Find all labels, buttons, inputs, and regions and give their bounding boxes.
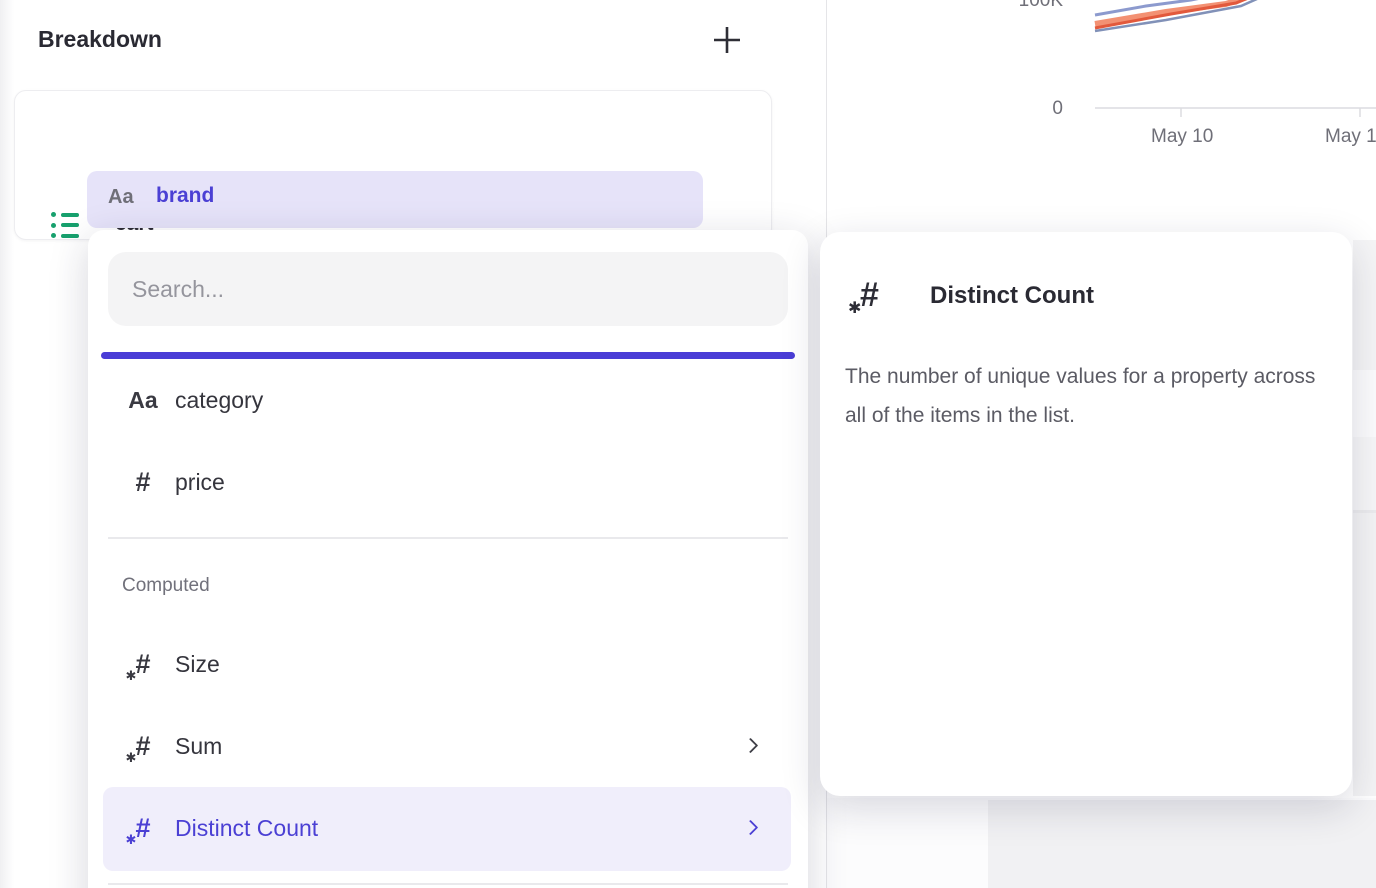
- chevron-right-icon: [743, 738, 759, 754]
- property-dropdown: Aa category # price Computed #✱ Size #✱ …: [88, 230, 808, 888]
- add-breakdown-button[interactable]: [710, 24, 744, 58]
- left-edge-shadow: [0, 0, 14, 888]
- y-axis-tick-label: 100K: [1019, 0, 1063, 12]
- property-option-price[interactable]: # price: [88, 441, 808, 523]
- text-property-icon: Aa: [108, 186, 134, 209]
- computed-number-icon: #✱: [120, 623, 166, 705]
- text-property-icon: Aa: [120, 359, 166, 441]
- chevron-right-icon: [743, 820, 759, 836]
- property-option-label: category: [175, 359, 263, 441]
- property-option-label: price: [175, 441, 225, 523]
- background-table-stripe: [1353, 240, 1376, 370]
- computed-number-icon: #✱: [120, 705, 166, 787]
- breakdown-card: cart Aa brand: [14, 90, 772, 240]
- selected-property-label: brand: [156, 184, 214, 208]
- list-icon: [51, 212, 79, 238]
- computed-option-size[interactable]: #✱ Size: [88, 623, 808, 705]
- search-input[interactable]: [108, 252, 788, 326]
- chart-series-line: [1095, 0, 1258, 28]
- computed-option-label: Size: [175, 623, 220, 705]
- breakdown-section-title: Breakdown: [38, 26, 162, 53]
- chart-series-line: [1095, 0, 1266, 31]
- scrolled-selected-item-indicator: [101, 352, 795, 359]
- background-table-stripe: [1353, 437, 1376, 510]
- dropdown-divider: [108, 537, 788, 539]
- computed-option-label: Sum: [175, 705, 222, 787]
- background-table-block: [988, 800, 1376, 888]
- property-option-category[interactable]: Aa category: [88, 359, 808, 441]
- computed-number-icon: #✱: [860, 278, 879, 312]
- tooltip-description: The number of unique values for a proper…: [845, 357, 1325, 435]
- computed-number-icon: #✱: [120, 787, 166, 869]
- computed-option-label: Distinct Count: [175, 787, 318, 869]
- property-description-tooltip: #✱ Distinct Count The number of unique v…: [820, 232, 1352, 796]
- background-table-stripe: [1353, 513, 1376, 796]
- dropdown-divider: [108, 883, 788, 885]
- computed-option-sum[interactable]: #✱ Sum: [88, 705, 808, 787]
- tooltip-title: Distinct Count: [930, 282, 1094, 310]
- line-chart: [826, 0, 1376, 170]
- computed-option-distinct-count[interactable]: #✱ Distinct Count: [88, 787, 808, 869]
- app-canvas: 100K 0 May 10 May 1 Breakdown cart Aa br…: [0, 0, 1376, 888]
- computed-section-label: Computed: [122, 575, 210, 597]
- x-axis-tick-label: May 10: [1151, 126, 1213, 148]
- plus-icon: [711, 24, 743, 56]
- y-axis-tick-label: 0: [1052, 98, 1063, 120]
- background-table-stripe: [1353, 370, 1376, 437]
- selected-property-chip[interactable]: Aa brand: [87, 171, 703, 228]
- line-chart-region: 100K 0 May 10 May 1: [826, 0, 1376, 170]
- number-property-icon: #: [120, 441, 166, 523]
- x-axis-tick-label: May 1: [1325, 126, 1376, 148]
